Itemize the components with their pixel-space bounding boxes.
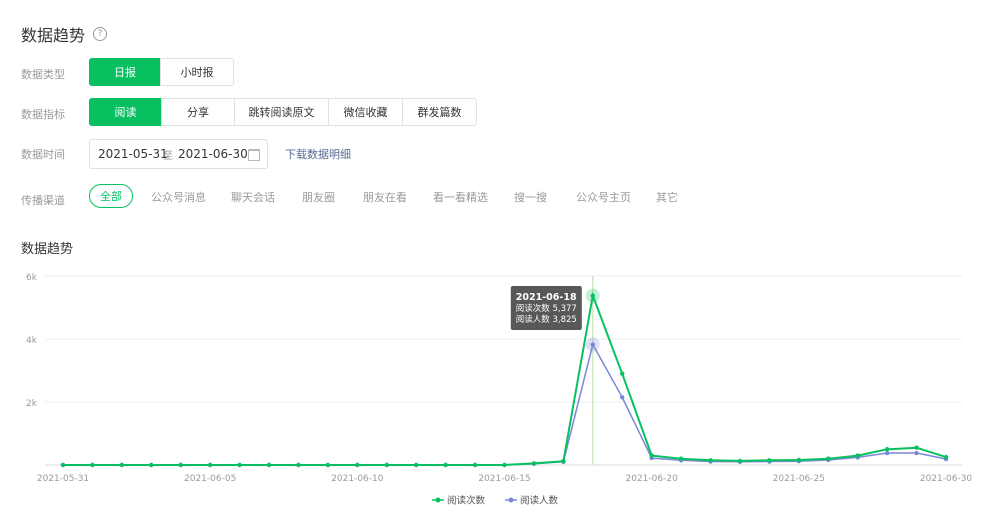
end-date[interactable]: 2021-06-30	[178, 147, 248, 161]
channel-friends-watching[interactable]: 朋友在看	[363, 189, 407, 205]
data-point-reads[interactable]	[384, 462, 389, 468]
legend-label-readers[interactable]: 阅读人数	[520, 495, 559, 507]
metric-share-button[interactable]: 分享	[161, 98, 235, 126]
metric-mass-send-count-button[interactable]: 群发篇数	[402, 98, 477, 126]
data-point-reads[interactable]	[855, 453, 860, 458]
y-tick-label: 2k	[26, 399, 38, 409]
data-point-readers[interactable]	[914, 450, 919, 456]
data-point-reads[interactable]	[737, 458, 743, 464]
highlight-point-halo	[585, 288, 600, 303]
data-point-reads[interactable]	[443, 462, 448, 468]
channel-account-homepage[interactable]: 公众号主页	[576, 189, 631, 205]
x-tick-label: 2021-06-25	[773, 474, 825, 484]
start-date[interactable]: 2021-05-31	[98, 147, 168, 161]
data-point-readers[interactable]	[884, 450, 890, 456]
x-tick-label: 2021-05-31	[37, 474, 89, 484]
data-point-reads[interactable]	[649, 453, 654, 458]
channel-all-button[interactable]: 全部	[89, 184, 133, 208]
data-point-reads[interactable]	[531, 461, 537, 466]
data-point-reads[interactable]	[502, 462, 507, 468]
tooltip-date: 2021-06-18	[516, 292, 577, 303]
data-point-reads[interactable]	[237, 462, 242, 468]
data-point-reads[interactable]	[914, 445, 919, 450]
metric-read-button[interactable]: 阅读	[89, 98, 162, 126]
calendar-icon[interactable]	[248, 149, 260, 161]
y-tick-label: 6k	[26, 273, 38, 283]
page-title: 数据趋势	[21, 26, 86, 45]
data-point-reads[interactable]	[60, 462, 66, 468]
data-type-segmented: 日报 小时报	[89, 58, 234, 86]
date-separator: 至	[163, 150, 173, 162]
help-icon[interactable]: ?	[93, 27, 108, 41]
data-point-reads[interactable]	[472, 462, 478, 468]
tooltip-reads: 阅读次数 5,377	[516, 303, 577, 314]
data-point-reads[interactable]	[149, 462, 154, 468]
data-metric-label: 数据指标	[21, 108, 65, 121]
data-metric-segmented: 阅读 分享 跳转阅读原文 微信收藏 群发篇数	[89, 98, 477, 126]
legend-label-reads[interactable]: 阅读次数	[447, 495, 486, 507]
data-point-reads[interactable]	[178, 462, 183, 468]
data-point-reads[interactable]	[796, 457, 802, 463]
data-point-reads[interactable]	[620, 371, 625, 376]
series-line-readers	[63, 342, 947, 466]
channel-label: 传播渠道	[21, 194, 65, 207]
chart-section-title: 数据趋势	[21, 242, 74, 257]
data-type-daily-button[interactable]: 日报	[89, 58, 161, 86]
data-time-label: 数据时间	[21, 148, 65, 161]
data-point-reads[interactable]	[414, 462, 419, 468]
x-tick-label: 2021-06-30	[920, 474, 973, 484]
highlight-point-halo	[585, 337, 600, 352]
channel-chat[interactable]: 聊天会话	[231, 189, 275, 205]
channel-account-message[interactable]: 公众号消息	[151, 189, 206, 205]
data-point-reads[interactable]	[884, 447, 890, 452]
channel-search[interactable]: 搜一搜	[514, 189, 547, 205]
metric-wechat-favorite-button[interactable]: 微信收藏	[328, 98, 403, 126]
page-title-row: 数据趋势 ?	[21, 22, 108, 46]
channel-top-stories[interactable]: 看一看精选	[433, 189, 488, 205]
data-point-reads[interactable]	[266, 462, 272, 468]
x-tick-label: 2021-06-10	[331, 474, 384, 484]
data-point-reads[interactable]	[119, 462, 125, 468]
y-tick-label: 4k	[26, 336, 38, 346]
data-point-reads[interactable]	[207, 462, 213, 468]
tooltip-readers: 阅读人数 3,825	[516, 314, 577, 325]
data-point-reads[interactable]	[355, 462, 360, 468]
data-point-reads[interactable]	[943, 454, 949, 460]
data-type-label: 数据类型	[21, 68, 65, 81]
x-tick-label: 2021-06-05	[184, 474, 236, 484]
download-detail-link[interactable]: 下载数据明细	[285, 146, 351, 162]
x-tick-label: 2021-06-15	[478, 474, 530, 484]
data-point-reads[interactable]	[826, 456, 831, 461]
data-point-reads[interactable]	[678, 456, 684, 461]
x-tick-label: 2021-06-20	[626, 474, 679, 484]
data-point-readers[interactable]	[620, 395, 625, 400]
channel-other[interactable]: 其它	[656, 189, 678, 205]
data-point-reads[interactable]	[767, 458, 772, 463]
data-point-reads[interactable]	[561, 459, 566, 464]
trend-chart[interactable]: 2k 4k 6k 2021-05-31 2021-06-05 2021-06-10 2021…	[0, 260, 1000, 529]
metric-jump-original-button[interactable]: 跳转阅读原文	[234, 98, 329, 126]
data-point-reads[interactable]	[325, 462, 331, 468]
data-point-reads[interactable]	[296, 462, 301, 468]
data-type-hourly-button[interactable]: 小时报	[160, 58, 234, 86]
legend-marker	[508, 497, 514, 503]
date-range-picker[interactable]: 2021-05-31 至 2021-06-30	[89, 139, 268, 169]
legend-marker	[435, 497, 441, 503]
series-line-reads	[63, 291, 947, 466]
data-point-reads[interactable]	[90, 462, 95, 468]
data-point-reads[interactable]	[708, 458, 713, 463]
channel-moments[interactable]: 朋友圈	[302, 189, 335, 205]
